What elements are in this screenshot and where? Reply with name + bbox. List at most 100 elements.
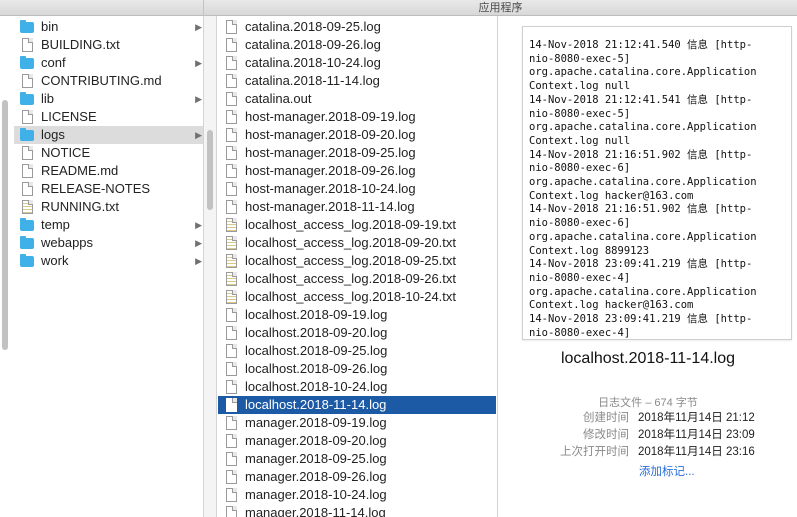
document-icon	[226, 380, 237, 394]
folder-icon	[20, 56, 34, 69]
document-icon	[22, 74, 33, 88]
file-item[interactable]: host-manager.2018-09-19.log	[218, 108, 496, 126]
preview-text: 14-Nov-2018 21:12:41.540 信息 [http- nio-8…	[529, 39, 757, 339]
file-item[interactable]: localhost.2018-09-25.log	[218, 342, 496, 360]
file-item[interactable]: manager.2018-10-24.log	[218, 486, 496, 504]
file-item[interactable]: catalina.out	[218, 90, 496, 108]
item-label: RELEASE-NOTES	[41, 181, 151, 196]
file-item[interactable]: manager.2018-09-20.log	[218, 432, 496, 450]
folder-item[interactable]: work ▶	[14, 252, 203, 270]
file-item[interactable]: host-manager.2018-09-26.log	[218, 162, 496, 180]
file-item[interactable]: localhost.2018-11-14.log	[218, 396, 496, 414]
preview-file-name: localhost.2018-11-14.log	[560, 350, 736, 367]
column-scrollbar-2[interactable]	[207, 130, 213, 210]
file-item[interactable]: RELEASE-NOTES	[14, 180, 203, 198]
column-logs[interactable]: catalina.2018-09-25.log catalina.2018-09-…	[217, 16, 498, 517]
item-label: NOTICE	[41, 145, 91, 160]
item-label: host-manager.2018-09-19.log	[245, 109, 416, 124]
disclosure-arrow-icon: ▶	[195, 22, 202, 32]
file-item[interactable]: BUILDING.txt	[14, 36, 203, 54]
item-label: temp	[41, 217, 70, 232]
file-item[interactable]: catalina.2018-10-24.log	[218, 54, 496, 72]
file-item[interactable]: localhost_access_log.2018-09-26.txt	[218, 270, 496, 288]
file-item[interactable]: catalina.2018-09-25.log	[218, 18, 496, 36]
item-label: host-manager.2018-10-24.log	[245, 181, 416, 196]
item-label: localhost_access_log.2018-09-19.txt	[245, 217, 457, 232]
item-label: catalina.2018-09-26.log	[245, 37, 381, 52]
file-item[interactable]: host-manager.2018-09-25.log	[218, 144, 496, 162]
file-item[interactable]: manager.2018-11-14.log	[218, 504, 496, 517]
item-label: catalina.2018-10-24.log	[245, 55, 381, 70]
document-icon	[226, 344, 237, 358]
document-icon	[226, 416, 237, 430]
meta-last-opened: 上次打开时间 2018年11月14日 23:16	[499, 444, 797, 460]
item-label: bin	[41, 19, 59, 34]
folder-item[interactable]: lib ▶	[14, 90, 203, 108]
add-tags-link[interactable]: 添加标记...	[639, 463, 695, 479]
file-item[interactable]: localhost.2018-09-19.log	[218, 306, 496, 324]
disclosure-arrow-icon: ▶	[195, 238, 202, 248]
file-item[interactable]: localhost.2018-09-26.log	[218, 360, 496, 378]
column-tomcat[interactable]: bin ▶ BUILDING.txt conf ▶ CONTRIBUTING.md lib ▶…	[0, 16, 204, 517]
file-item[interactable]: localhost.2018-10-24.log	[218, 378, 496, 396]
meta-modified: 修改时间 2018年11月14日 23:09	[499, 427, 797, 443]
file-item[interactable]: localhost_access_log.2018-09-25.txt	[218, 252, 496, 270]
document-icon	[226, 254, 237, 268]
document-icon	[226, 506, 237, 517]
item-label: catalina.2018-11-14.log	[245, 73, 380, 88]
disclosure-arrow-icon: ▶	[195, 94, 202, 104]
folder-icon	[20, 218, 34, 231]
file-item[interactable]: manager.2018-09-19.log	[218, 414, 496, 432]
document-icon	[226, 74, 237, 88]
file-item[interactable]: host-manager.2018-09-20.log	[218, 126, 496, 144]
disclosure-arrow-icon: ▶	[195, 58, 202, 68]
item-label: catalina.out	[245, 91, 312, 106]
folder-item[interactable]: logs ▶	[14, 126, 203, 144]
item-label: work	[41, 253, 69, 268]
file-item[interactable]: manager.2018-09-25.log	[218, 450, 496, 468]
meta-value: 2018年11月14日 21:12	[638, 412, 755, 424]
file-item[interactable]: host-manager.2018-11-14.log	[218, 198, 496, 216]
document-icon	[226, 452, 237, 466]
document-icon	[226, 164, 237, 178]
folder-item[interactable]: conf ▶	[14, 54, 203, 72]
item-label: logs	[41, 127, 65, 142]
folder-icon	[20, 254, 34, 267]
window-title: 应用程序	[478, 2, 523, 14]
meta-value: 2018年11月14日 23:16	[638, 446, 755, 458]
folder-item[interactable]: webapps ▶	[14, 234, 203, 252]
document-icon	[226, 110, 237, 124]
preview-thumbnail[interactable]: 14-Nov-2018 21:12:41.540 信息 [http- nio-8…	[522, 26, 792, 340]
file-item[interactable]: catalina.2018-11-14.log	[218, 72, 496, 90]
file-item[interactable]: localhost.2018-09-20.log	[218, 324, 496, 342]
file-item[interactable]: localhost_access_log.2018-09-19.txt	[218, 216, 496, 234]
file-item[interactable]: manager.2018-09-26.log	[218, 468, 496, 486]
item-label: localhost_access_log.2018-09-26.txt	[245, 271, 457, 286]
file-item[interactable]: localhost_access_log.2018-09-20.txt	[218, 234, 496, 252]
document-icon	[226, 182, 237, 196]
disclosure-arrow-icon: ▶	[195, 220, 202, 230]
column-scrollbar[interactable]	[2, 100, 8, 350]
file-item[interactable]: README.md	[14, 162, 203, 180]
folder-icon	[20, 20, 34, 33]
file-item[interactable]: NOTICE	[14, 144, 203, 162]
file-item[interactable]: localhost_access_log.2018-10-24.txt	[218, 288, 496, 306]
document-icon	[226, 362, 237, 376]
document-icon	[22, 200, 33, 214]
document-icon	[226, 128, 237, 142]
window-toolbar: 应用程序	[0, 0, 797, 16]
document-icon	[22, 182, 33, 196]
file-item[interactable]: RUNNING.txt	[14, 198, 203, 216]
document-icon	[226, 398, 237, 412]
file-item[interactable]: host-manager.2018-10-24.log	[218, 180, 496, 198]
item-label: RUNNING.txt	[41, 199, 119, 214]
file-item[interactable]: catalina.2018-09-26.log	[218, 36, 496, 54]
file-item[interactable]: CONTRIBUTING.md	[14, 72, 203, 90]
document-icon	[226, 38, 237, 52]
folder-item[interactable]: bin ▶	[14, 18, 203, 36]
document-icon	[226, 92, 237, 106]
column-divider[interactable]	[204, 16, 217, 517]
file-item[interactable]: LICENSE	[14, 108, 203, 126]
folder-item[interactable]: temp ▶	[14, 216, 203, 234]
item-label: host-manager.2018-09-20.log	[245, 127, 416, 142]
